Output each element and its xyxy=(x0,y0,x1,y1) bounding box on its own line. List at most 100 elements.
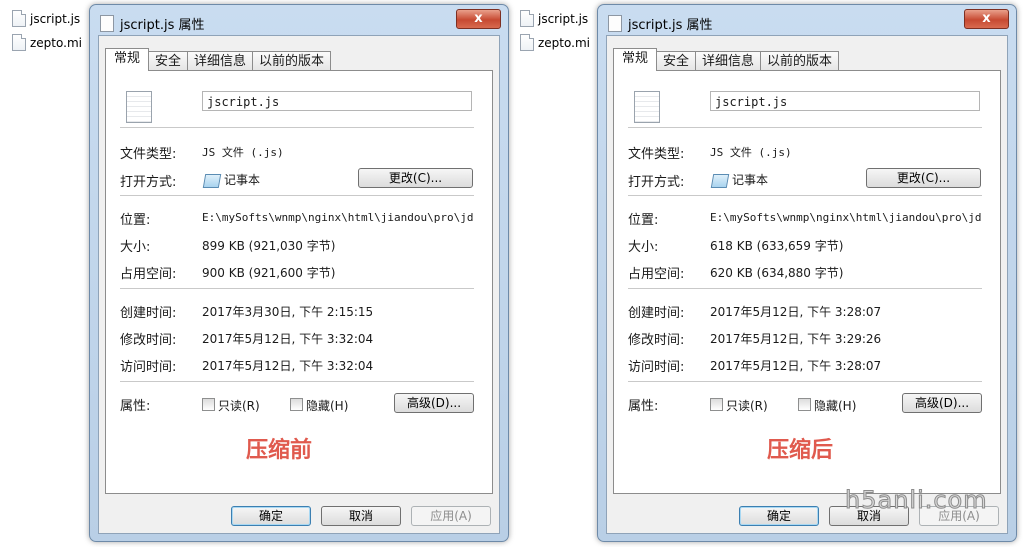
modified-label: 修改时间: xyxy=(120,333,177,348)
ok-button[interactable]: 确定 xyxy=(231,506,311,526)
location-value: E:\mySofts\wnmp\nginx\html\jiandou\pro\j… xyxy=(202,211,474,224)
hidden-checkbox[interactable] xyxy=(290,398,303,411)
readonly-checkbox[interactable] xyxy=(202,398,215,411)
tab-general[interactable]: 常规 xyxy=(105,48,150,71)
close-button[interactable]: x xyxy=(456,9,501,29)
attributes-label: 属性: xyxy=(628,399,659,414)
tab-bar: 常规 安全 详细信息 以前的版本 xyxy=(105,48,332,71)
tab-details[interactable]: 详细信息 xyxy=(695,51,762,71)
background-file-jscript[interactable]: jscript.js xyxy=(12,10,80,27)
tab-general[interactable]: 常规 xyxy=(613,48,658,71)
tab-previous-versions[interactable]: 以前的版本 xyxy=(760,51,840,71)
title-bar[interactable]: jscript.js 属性 x xyxy=(90,5,508,35)
file-icon xyxy=(126,91,152,123)
file-type-value: JS 文件 (.js) xyxy=(202,146,284,159)
site-watermark: h5anli.com xyxy=(845,486,988,515)
general-panel: jscript.js 文件类型: JS 文件 (.js) 打开方式: 记事本 更… xyxy=(105,70,493,494)
tab-details[interactable]: 详细信息 xyxy=(187,51,254,71)
accessed-value: 2017年5月12日, 下午 3:28:07 xyxy=(710,359,882,373)
background-file-zepto[interactable]: zepto.mi xyxy=(12,34,82,51)
annotation-before: 压缩前 xyxy=(246,438,313,463)
created-value: 2017年5月12日, 下午 3:28:07 xyxy=(710,305,882,319)
notepad-icon xyxy=(202,174,222,188)
general-panel: jscript.js 文件类型: JS 文件 (.js) 打开方式: 记事本 更… xyxy=(613,70,1001,494)
file-icon xyxy=(12,34,26,51)
accessed-label: 访问时间: xyxy=(120,360,177,375)
dialog-title: jscript.js 属性 xyxy=(120,18,205,33)
cancel-button[interactable]: 取消 xyxy=(321,506,401,526)
background-file-label: jscript.js xyxy=(30,11,81,26)
separator xyxy=(120,288,474,290)
separator xyxy=(120,381,474,383)
readonly-label: 只读(R) xyxy=(726,399,768,413)
size-on-disk-value: 620 KB (634,880 字节) xyxy=(710,266,844,280)
separator xyxy=(628,127,982,129)
properties-dialog-before: jscript.js 属性 x 常规 安全 详细信息 以前的版本 jscript… xyxy=(89,4,509,542)
notepad-icon xyxy=(710,174,730,188)
readonly-label: 只读(R) xyxy=(218,399,260,413)
accessed-label: 访问时间: xyxy=(628,360,685,375)
background-file-zepto[interactable]: zepto.mi xyxy=(520,34,590,51)
size-label: 大小: xyxy=(628,240,659,255)
background-file-label: zepto.mi xyxy=(30,35,82,50)
tab-previous-versions[interactable]: 以前的版本 xyxy=(252,51,332,71)
title-bar[interactable]: jscript.js 属性 x xyxy=(598,5,1016,35)
file-icon xyxy=(520,10,534,27)
background-file-label: jscript.js xyxy=(538,11,589,26)
file-type-label: 文件类型: xyxy=(628,147,685,162)
separator xyxy=(628,195,982,197)
separator xyxy=(120,127,474,129)
modified-value: 2017年5月12日, 下午 3:32:04 xyxy=(202,332,374,346)
file-icon xyxy=(634,91,660,123)
dialog-client: 常规 安全 详细信息 以前的版本 jscript.js 文件类型: JS 文件 … xyxy=(98,35,500,534)
created-label: 创建时间: xyxy=(628,306,685,321)
size-value: 618 KB (633,659 字节) xyxy=(710,239,844,253)
attributes-label: 属性: xyxy=(120,399,151,414)
file-icon xyxy=(100,15,114,32)
dialog-title: jscript.js 属性 xyxy=(628,18,713,33)
background-file-jscript[interactable]: jscript.js xyxy=(520,10,588,27)
open-with-app: 记事本 xyxy=(224,173,261,187)
annotation-after: 压缩后 xyxy=(767,438,834,463)
location-label: 位置: xyxy=(628,213,659,228)
properties-dialog-after: jscript.js 属性 x 常规 安全 详细信息 以前的版本 jscript… xyxy=(597,4,1017,542)
apply-button[interactable]: 应用(A) xyxy=(411,506,491,526)
advanced-button[interactable]: 高级(D)... xyxy=(394,393,474,413)
hidden-checkbox[interactable] xyxy=(798,398,811,411)
location-label: 位置: xyxy=(120,213,151,228)
hidden-label: 隐藏(H) xyxy=(814,399,857,413)
file-icon xyxy=(12,10,26,27)
size-on-disk-label: 占用空间: xyxy=(628,267,685,282)
size-on-disk-value: 900 KB (921,600 字节) xyxy=(202,266,336,280)
file-name-field[interactable]: jscript.js xyxy=(710,91,980,111)
size-on-disk-label: 占用空间: xyxy=(120,267,177,282)
advanced-button[interactable]: 高级(D)... xyxy=(902,393,982,413)
hidden-label: 隐藏(H) xyxy=(306,399,349,413)
change-button[interactable]: 更改(C)... xyxy=(358,168,473,188)
separator xyxy=(120,195,474,197)
ok-button[interactable]: 确定 xyxy=(739,506,819,526)
tab-bar: 常规 安全 详细信息 以前的版本 xyxy=(613,48,840,71)
tab-security[interactable]: 安全 xyxy=(656,51,697,71)
open-with-label: 打开方式: xyxy=(120,175,177,190)
change-button[interactable]: 更改(C)... xyxy=(866,168,981,188)
tab-security[interactable]: 安全 xyxy=(148,51,189,71)
file-type-label: 文件类型: xyxy=(120,147,177,162)
close-button[interactable]: x xyxy=(964,9,1009,29)
location-value: E:\mySofts\wnmp\nginx\html\jiandou\pro\j… xyxy=(710,211,982,224)
created-label: 创建时间: xyxy=(120,306,177,321)
dialog-client: 常规 安全 详细信息 以前的版本 jscript.js 文件类型: JS 文件 … xyxy=(606,35,1008,534)
separator xyxy=(628,381,982,383)
modified-label: 修改时间: xyxy=(628,333,685,348)
created-value: 2017年3月30日, 下午 2:15:15 xyxy=(202,305,374,319)
separator xyxy=(628,288,982,290)
size-label: 大小: xyxy=(120,240,151,255)
file-icon xyxy=(520,34,534,51)
accessed-value: 2017年5月12日, 下午 3:32:04 xyxy=(202,359,374,373)
readonly-checkbox[interactable] xyxy=(710,398,723,411)
background-file-label: zepto.mi xyxy=(538,35,590,50)
open-with-app: 记事本 xyxy=(732,173,769,187)
file-type-value: JS 文件 (.js) xyxy=(710,146,792,159)
file-icon xyxy=(608,15,622,32)
file-name-field[interactable]: jscript.js xyxy=(202,91,472,111)
